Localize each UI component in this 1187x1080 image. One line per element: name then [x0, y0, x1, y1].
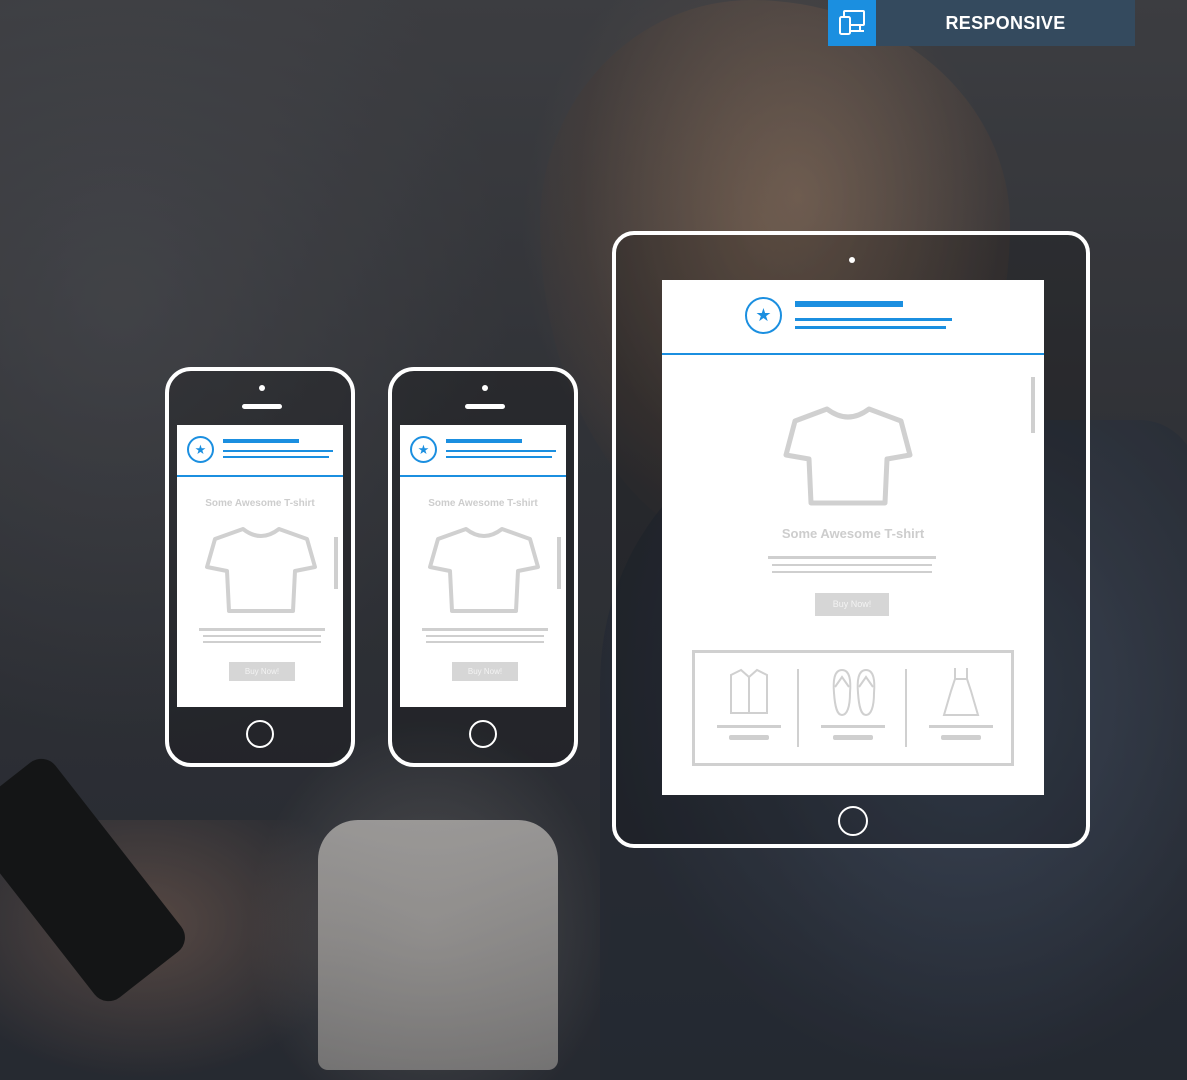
- flip-flops-icon: [832, 668, 876, 717]
- related-item[interactable]: [917, 653, 1007, 763]
- tshirt-icon: [783, 406, 913, 506]
- description-line: [772, 564, 932, 566]
- camera-icon: [849, 257, 855, 263]
- scrollbar[interactable]: [334, 537, 338, 589]
- header-bar: [446, 450, 556, 452]
- description-line: [426, 641, 544, 643]
- divider: [797, 669, 799, 747]
- description-line: [422, 628, 548, 631]
- header-bar: [446, 439, 522, 443]
- buy-now-button[interactable]: Buy Now!: [229, 662, 295, 681]
- tablet-screen: ★ Some Awesome T-shirt Buy Now!: [662, 280, 1044, 795]
- item-price: [729, 735, 769, 740]
- header-bar: [795, 301, 903, 307]
- related-item[interactable]: [809, 653, 899, 763]
- star-icon: ★: [745, 297, 782, 334]
- star-icon: ★: [410, 436, 437, 463]
- devices-icon: [828, 0, 876, 46]
- camera-icon: [259, 385, 265, 391]
- item-line: [929, 725, 993, 728]
- product-title: Some Awesome T-shirt: [428, 498, 538, 509]
- screen-header: ★: [400, 425, 566, 477]
- header-bar: [795, 318, 952, 321]
- description-line: [768, 556, 936, 559]
- dress-icon: [942, 668, 980, 716]
- home-button[interactable]: [246, 720, 274, 748]
- phone-mockup-1: ★ Some Awesome T-shirt Buy Now!: [165, 367, 355, 767]
- description-line: [426, 635, 544, 637]
- phone-mockup-2: ★ Some Awesome T-shirt Buy Now!: [388, 367, 578, 767]
- phone-screen: ★ Some Awesome T-shirt Buy Now!: [400, 425, 566, 707]
- header-bar: [446, 456, 552, 458]
- description-line: [203, 635, 321, 637]
- speaker-icon: [242, 404, 282, 409]
- shirt-icon: [730, 668, 768, 714]
- related-products: [692, 650, 1014, 766]
- header-bar: [223, 456, 329, 458]
- description-line: [772, 571, 932, 573]
- item-line: [717, 725, 781, 728]
- camera-icon: [482, 385, 488, 391]
- responsive-badge: RESPONSIVE: [828, 0, 1135, 46]
- screen-header: ★: [177, 425, 343, 477]
- product-title: Some Awesome T-shirt: [781, 526, 925, 541]
- phone-screen: ★ Some Awesome T-shirt Buy Now!: [177, 425, 343, 707]
- header-bar: [223, 450, 333, 452]
- divider: [905, 669, 907, 747]
- speaker-icon: [465, 404, 505, 409]
- home-button[interactable]: [469, 720, 497, 748]
- screen-header: ★: [662, 280, 1044, 355]
- home-button[interactable]: [838, 806, 868, 836]
- item-line: [821, 725, 885, 728]
- buy-now-button[interactable]: Buy Now!: [452, 662, 518, 681]
- tshirt-icon: [428, 527, 540, 613]
- buy-now-button[interactable]: Buy Now!: [815, 593, 889, 616]
- header-bar: [223, 439, 299, 443]
- description-line: [203, 641, 321, 643]
- badge-label: RESPONSIVE: [945, 12, 1066, 33]
- tablet-mockup: ★ Some Awesome T-shirt Buy Now!: [612, 231, 1090, 848]
- item-price: [941, 735, 981, 740]
- product-title: Some Awesome T-shirt: [205, 498, 315, 509]
- scrollbar[interactable]: [557, 537, 561, 589]
- header-bar: [795, 326, 946, 329]
- description-line: [199, 628, 325, 631]
- tshirt-icon: [205, 527, 317, 613]
- related-item[interactable]: [705, 653, 795, 763]
- star-icon: ★: [187, 436, 214, 463]
- scrollbar[interactable]: [1031, 377, 1035, 433]
- item-price: [833, 735, 873, 740]
